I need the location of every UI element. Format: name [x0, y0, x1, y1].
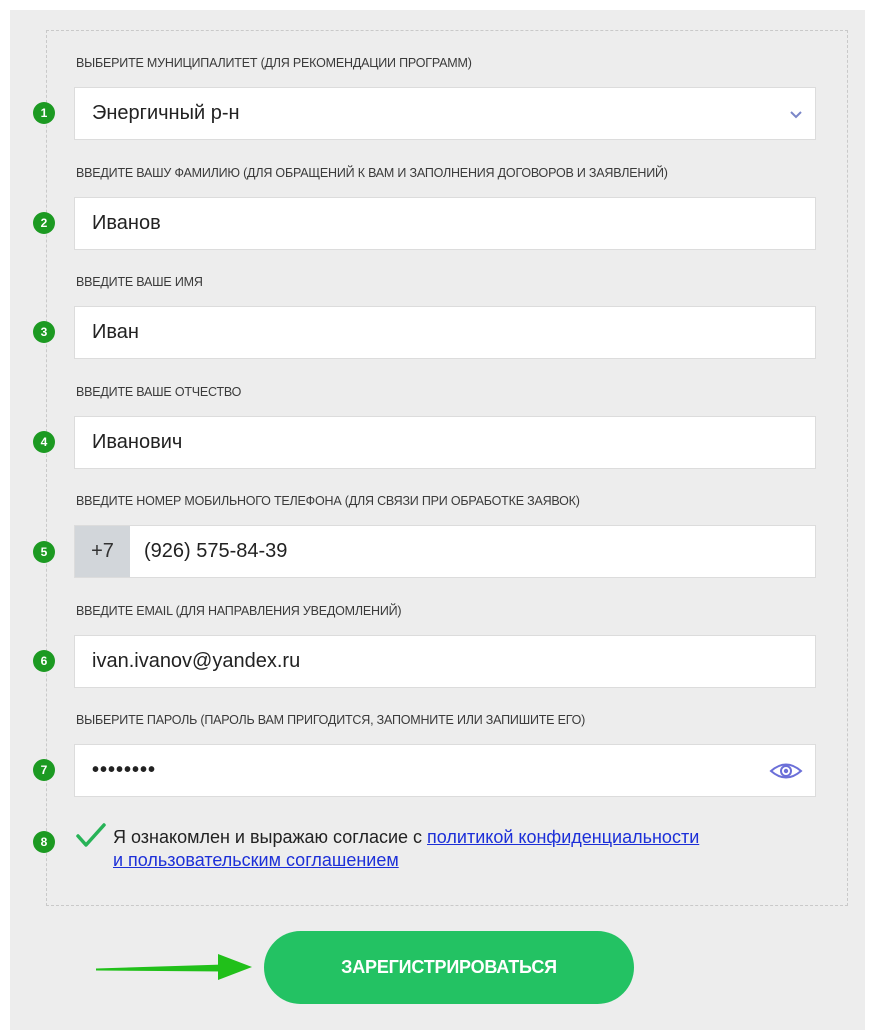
consent-statement: Я ознакомлен и выражаю согласие с [113, 827, 428, 847]
email-label: ВВЕДИТЕ EMAIL (ДЛЯ НАПРАВЛЕНИЯ УВЕДОМЛЕН… [76, 604, 402, 618]
phone-value: (926) 575-84-39 [144, 540, 288, 562]
step-number-4: 4 [33, 431, 55, 453]
municipality-label: ВЫБЕРИТЕ МУНИЦИПАЛИТЕТ (ДЛЯ РЕКОМЕНДАЦИИ… [76, 56, 472, 70]
surname-value: Иванов [92, 212, 161, 234]
password-input[interactable]: •••••••• [74, 744, 816, 797]
patronymic-value: Иванович [92, 431, 183, 453]
patronymic-label: ВВЕДИТЕ ВАШЕ ОТЧЕСТВО [76, 385, 242, 399]
first-name-value: Иван [92, 321, 139, 343]
consent-checkbox[interactable] [75, 822, 107, 855]
register-button[interactable]: ЗАРЕГИСТРИРОВАТЬСЯ [264, 931, 634, 1004]
step-number-2: 2 [33, 212, 55, 234]
phone-label: ВВЕДИТЕ НОМЕР МОБИЛЬНОГО ТЕЛЕФОНА (ДЛЯ С… [76, 494, 580, 508]
patronymic-input[interactable]: Иванович [74, 416, 816, 469]
first-name-label: ВВЕДИТЕ ВАШЕ ИМЯ [76, 275, 203, 289]
arrow-right-icon [94, 952, 254, 987]
step-number-1: 1 [33, 102, 55, 124]
chevron-down-icon [789, 107, 803, 125]
municipality-select[interactable]: Энергичный р-н [74, 87, 816, 140]
step-number-6: 6 [33, 650, 55, 672]
step-number-3: 3 [33, 321, 55, 343]
phone-input[interactable]: +7 (926) 575-84-39 [74, 525, 816, 578]
email-value: ivan.ivanov@yandex.ru [92, 650, 301, 672]
checkmark-icon [76, 823, 106, 847]
municipality-value: Энергичный р-н [92, 102, 240, 124]
password-label: ВЫБЕРИТЕ ПАРОЛЬ (ПАРОЛЬ ВАМ ПРИГОДИТСЯ, … [76, 713, 586, 727]
privacy-policy-link[interactable]: политикой конфиденциальности [427, 827, 699, 847]
surname-label: ВВЕДИТЕ ВАШУ ФАМИЛИЮ (ДЛЯ ОБРАЩЕНИЙ К ВА… [76, 166, 668, 180]
eye-icon[interactable] [769, 762, 803, 785]
step-number-5: 5 [33, 541, 55, 563]
consent-text: Я ознакомлен и выражаю согласие с полити… [113, 826, 813, 872]
password-value: •••••••• [92, 759, 157, 781]
user-agreement-link[interactable]: и пользовательским соглашением [113, 850, 399, 870]
email-input[interactable]: ivan.ivanov@yandex.ru [74, 635, 816, 688]
phone-country-code: +7 [75, 526, 130, 577]
step-number-7: 7 [33, 759, 55, 781]
step-number-8: 8 [33, 831, 55, 853]
surname-input[interactable]: Иванов [74, 197, 816, 250]
first-name-input[interactable]: Иван [74, 306, 816, 359]
